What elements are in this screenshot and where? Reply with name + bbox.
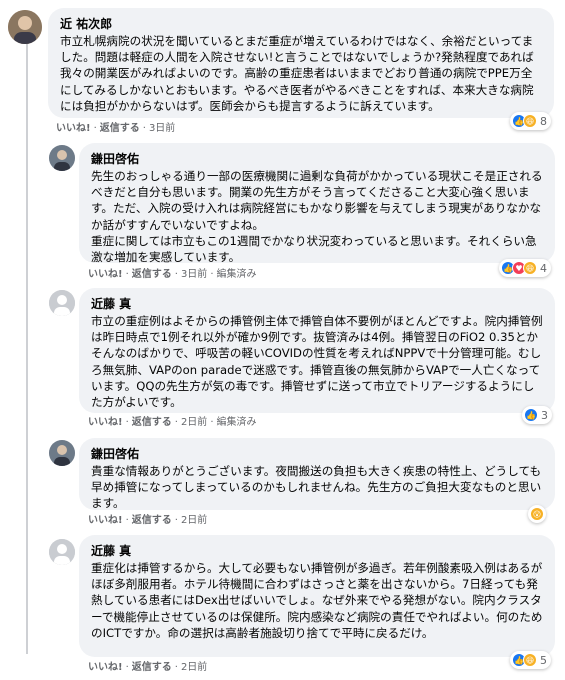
timestamp[interactable]: 2日前 — [181, 515, 207, 526]
like-button[interactable]: いいね! — [88, 662, 123, 673]
comment-actions: いいね! · 返信する · 2日前 · 編集済み — [88, 417, 257, 428]
timestamp[interactable]: 2日前 — [181, 417, 207, 428]
avatar[interactable] — [49, 539, 75, 565]
thread-line — [26, 44, 28, 654]
haha-icon: 😆 — [523, 114, 537, 128]
reaction-count: 5 — [540, 653, 547, 667]
user-photo-icon — [8, 10, 42, 44]
comment-author[interactable]: 鎌田啓佑 — [91, 446, 543, 462]
reply-button[interactable]: 返信する — [132, 417, 172, 428]
user-photo-icon — [49, 440, 75, 466]
comment-bubble: 近藤 真 重症化は挿管するから。大して必要もない挿管例が多過ぎ。若年例酸素吸入例… — [79, 535, 555, 657]
reaction-count: 4 — [540, 261, 547, 275]
reaction-summary[interactable]: 😮 — [528, 505, 546, 523]
comment-bubble: 近藤 真 市立の重症例はよそからの挿管例主体で挿管自体不要例がほとんどですよ。院… — [79, 288, 555, 413]
avatar[interactable] — [49, 440, 75, 466]
reply-button[interactable]: 返信する — [132, 515, 172, 526]
comment-text: 貴重な情報ありがとうございます。夜間搬送の負担も大きく疾患の特性上、どうしても早… — [91, 464, 542, 511]
like-icon: 👍 — [524, 408, 538, 422]
comment-text: 先生のおっしゃる通り一部の医療機関に過剰な負荷がかかっている現状こそ是正されるべ… — [91, 169, 543, 265]
comment-actions: いいね! · 返信する · 2日前 — [88, 662, 208, 673]
like-button[interactable]: いいね! — [56, 123, 91, 134]
avatar[interactable] — [49, 145, 75, 171]
comment-bubble: 鎌田啓佑 貴重な情報ありがとうございます。夜間搬送の負担も大きく疾患の特性上、ど… — [79, 438, 555, 510]
wow-icon: 😮 — [530, 507, 544, 521]
edited-label[interactable]: 編集済み — [217, 417, 257, 428]
reply-button[interactable]: 返信する — [100, 123, 140, 134]
timestamp[interactable]: 3日前 — [149, 123, 175, 134]
user-photo-icon — [49, 145, 75, 171]
comment-author[interactable]: 近 祐次郎 — [60, 16, 542, 32]
reply-button[interactable]: 返信する — [132, 269, 172, 280]
reaction-summary[interactable]: 👍 ♥ 😆 4 — [499, 259, 551, 277]
default-avatar-icon — [49, 290, 75, 316]
comment-actions: いいね! · 返信する · 2日前 — [88, 515, 208, 526]
comment-actions: いいね! · 返信する · 3日前 — [56, 123, 176, 134]
like-button[interactable]: いいね! — [88, 515, 123, 526]
avatar[interactable] — [49, 290, 75, 316]
comment-actions: いいね! · 返信する · 3日前 · 編集済み — [88, 269, 257, 280]
timestamp[interactable]: 2日前 — [181, 662, 207, 673]
comment-text: 市立札幌病院の状況を聞いているとまだ重症が増えているわけではなく、余裕だといって… — [60, 34, 534, 113]
comment-text: 重症化は挿管するから。大して必要もない挿管例が多過ぎ。若年例酸素吸入例はあるがほ… — [91, 561, 543, 640]
avatar[interactable] — [8, 10, 42, 44]
default-avatar-icon — [49, 539, 75, 565]
comment-bubble: 鎌田啓佑 先生のおっしゃる通り一部の医療機関に過剰な負荷がかかっている現状こそ是… — [79, 143, 555, 265]
reaction-summary[interactable]: 👍 3 — [522, 406, 552, 424]
reaction-count: 8 — [540, 114, 547, 128]
haha-icon: 😆 — [523, 653, 537, 667]
comment-author[interactable]: 鎌田啓佑 — [91, 151, 543, 167]
reaction-summary[interactable]: 👍 😆 8 — [510, 112, 551, 130]
reply-button[interactable]: 返信する — [132, 662, 172, 673]
like-button[interactable]: いいね! — [88, 269, 123, 280]
like-button[interactable]: いいね! — [88, 417, 123, 428]
reaction-summary[interactable]: 👍 😆 5 — [510, 651, 551, 669]
timestamp[interactable]: 3日前 — [181, 269, 207, 280]
reaction-count: 3 — [541, 408, 548, 422]
edited-label[interactable]: 編集済み — [217, 269, 257, 280]
haha-icon: 😆 — [523, 261, 537, 275]
comment-text: 市立の重症例はよそからの挿管例主体で挿管自体不要例がほとんどですよ。院内挿管例は… — [91, 314, 543, 410]
comment-author[interactable]: 近藤 真 — [91, 543, 543, 559]
comment-author[interactable]: 近藤 真 — [91, 296, 543, 312]
comment-bubble: 近 祐次郎 市立札幌病院の状況を聞いているとまだ重症が増えているわけではなく、余… — [48, 8, 554, 118]
